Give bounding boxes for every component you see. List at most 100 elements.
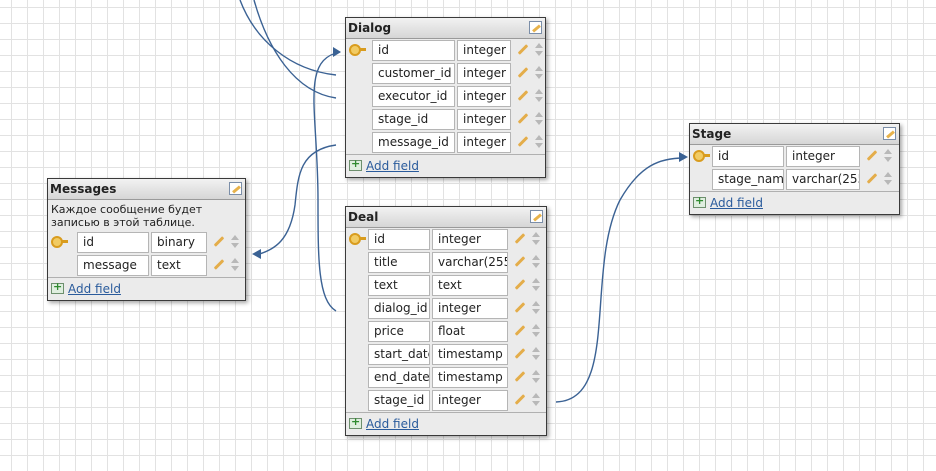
reorder-arrows-icon[interactable] (532, 255, 540, 269)
table-deal[interactable]: Deal idintegertitlevarchar(255)texttextd… (345, 206, 547, 436)
field-row[interactable]: executor_id integer (346, 85, 545, 108)
edit-field-icon[interactable] (514, 392, 526, 406)
reorder-arrows-icon[interactable] (532, 370, 540, 384)
edit-field-icon[interactable] (517, 88, 529, 102)
field-name[interactable]: dialog_id (368, 298, 430, 319)
add-field-link[interactable]: Add field (366, 417, 419, 431)
reorder-arrows-icon[interactable] (532, 232, 540, 246)
edit-field-icon[interactable] (514, 277, 526, 291)
edit-field-icon[interactable] (866, 171, 878, 185)
edit-field-icon[interactable] (213, 234, 225, 248)
table-dialog[interactable]: Dialog id integer customer_id integer execut… (345, 17, 546, 178)
add-field-icon[interactable] (349, 157, 362, 171)
field-type[interactable]: binary (151, 232, 207, 253)
add-field-row[interactable]: Add field (48, 277, 245, 300)
table-header[interactable]: Dialog (346, 18, 545, 39)
edit-table-icon[interactable] (530, 210, 543, 223)
reorder-arrows-icon[interactable] (535, 135, 543, 149)
edit-field-icon[interactable] (517, 42, 529, 56)
field-row[interactable]: end_date timestamp (346, 366, 546, 389)
field-name[interactable]: text (368, 275, 430, 296)
field-type[interactable]: integer (432, 390, 508, 411)
field-type[interactable]: timestamp (432, 367, 508, 388)
reorder-arrows-icon[interactable] (884, 172, 892, 186)
add-field-icon[interactable] (693, 194, 706, 208)
table-messages[interactable]: Messages Каждое сообщение будет записью … (47, 178, 246, 301)
field-type[interactable]: integer (457, 40, 511, 61)
field-name[interactable]: id (712, 146, 784, 167)
field-type[interactable]: integer (457, 109, 511, 130)
add-field-link[interactable]: Add field (366, 159, 419, 173)
reorder-arrows-icon[interactable] (532, 301, 540, 315)
edit-field-icon[interactable] (514, 369, 526, 383)
table-header[interactable]: Stage (690, 124, 899, 145)
add-field-link[interactable]: Add field (710, 196, 763, 210)
table-header[interactable]: Messages (48, 179, 245, 200)
field-name[interactable]: id (77, 232, 149, 253)
reorder-arrows-icon[interactable] (884, 149, 892, 163)
edit-field-icon[interactable] (517, 65, 529, 79)
add-field-link[interactable]: Add field (68, 282, 121, 296)
field-type[interactable]: integer (786, 146, 860, 167)
field-row[interactable]: id integer (690, 145, 899, 168)
reorder-arrows-icon[interactable] (532, 393, 540, 407)
reorder-arrows-icon[interactable] (231, 235, 239, 249)
edit-field-icon[interactable] (517, 111, 529, 125)
field-row[interactable]: stage_id integer (346, 389, 546, 412)
field-row[interactable]: price float (346, 320, 546, 343)
field-name[interactable]: stage_id (368, 390, 430, 411)
field-type[interactable]: varchar(255) (786, 169, 860, 190)
add-field-row[interactable]: Add field (690, 191, 899, 214)
field-type[interactable]: integer (457, 86, 511, 107)
reorder-arrows-icon[interactable] (535, 112, 543, 126)
field-row[interactable]: id integer (346, 39, 545, 62)
field-name[interactable]: stage_id (372, 109, 455, 130)
field-name[interactable]: message_id (372, 132, 455, 153)
field-name[interactable]: executor_id (372, 86, 455, 107)
edit-field-icon[interactable] (514, 346, 526, 360)
field-type[interactable]: text (151, 255, 207, 276)
field-name[interactable]: id (368, 229, 430, 250)
edit-field-icon[interactable] (514, 231, 526, 245)
field-type[interactable]: float (432, 321, 508, 342)
field-row[interactable]: titlevarchar(255) (346, 251, 546, 274)
field-name[interactable]: title (368, 252, 430, 273)
reorder-arrows-icon[interactable] (532, 347, 540, 361)
field-name[interactable]: price (368, 321, 430, 342)
field-type[interactable]: varchar(255) (432, 252, 508, 273)
field-name[interactable]: customer_id (372, 63, 455, 84)
edit-table-icon[interactable] (883, 127, 896, 140)
reorder-arrows-icon[interactable] (231, 258, 239, 272)
add-field-icon[interactable] (51, 280, 64, 294)
field-row[interactable]: start_date timestamp (346, 343, 546, 366)
field-type[interactable]: integer (432, 298, 508, 319)
field-type[interactable]: timestamp (432, 344, 508, 365)
field-name[interactable]: stage_name (712, 169, 784, 190)
field-name[interactable]: message (77, 255, 149, 276)
field-row[interactable]: id integer (346, 228, 546, 251)
edit-table-icon[interactable] (529, 21, 542, 34)
add-field-row[interactable]: Add field (346, 412, 546, 435)
field-type[interactable]: text (432, 275, 508, 296)
table-stage[interactable]: Stage idintegerstage_namevarchar(255) Ad… (689, 123, 900, 215)
add-field-icon[interactable] (349, 415, 362, 429)
field-type[interactable]: integer (432, 229, 508, 250)
field-row[interactable]: customer_id integer (346, 62, 545, 85)
edit-table-icon[interactable] (229, 182, 242, 195)
edit-field-icon[interactable] (514, 300, 526, 314)
reorder-arrows-icon[interactable] (532, 324, 540, 338)
edit-field-icon[interactable] (514, 254, 526, 268)
field-name[interactable]: start_date (368, 344, 430, 365)
edit-field-icon[interactable] (213, 257, 225, 271)
edit-field-icon[interactable] (866, 148, 878, 162)
table-header[interactable]: Deal (346, 207, 546, 228)
field-row[interactable]: stage_id integer (346, 108, 545, 131)
field-row[interactable]: id binary (48, 231, 245, 254)
edit-field-icon[interactable] (517, 134, 529, 148)
field-name[interactable]: end_date (368, 367, 430, 388)
reorder-arrows-icon[interactable] (535, 89, 543, 103)
reorder-arrows-icon[interactable] (532, 278, 540, 292)
edit-field-icon[interactable] (514, 323, 526, 337)
reorder-arrows-icon[interactable] (535, 43, 543, 57)
field-row[interactable]: message_id integer (346, 131, 545, 154)
